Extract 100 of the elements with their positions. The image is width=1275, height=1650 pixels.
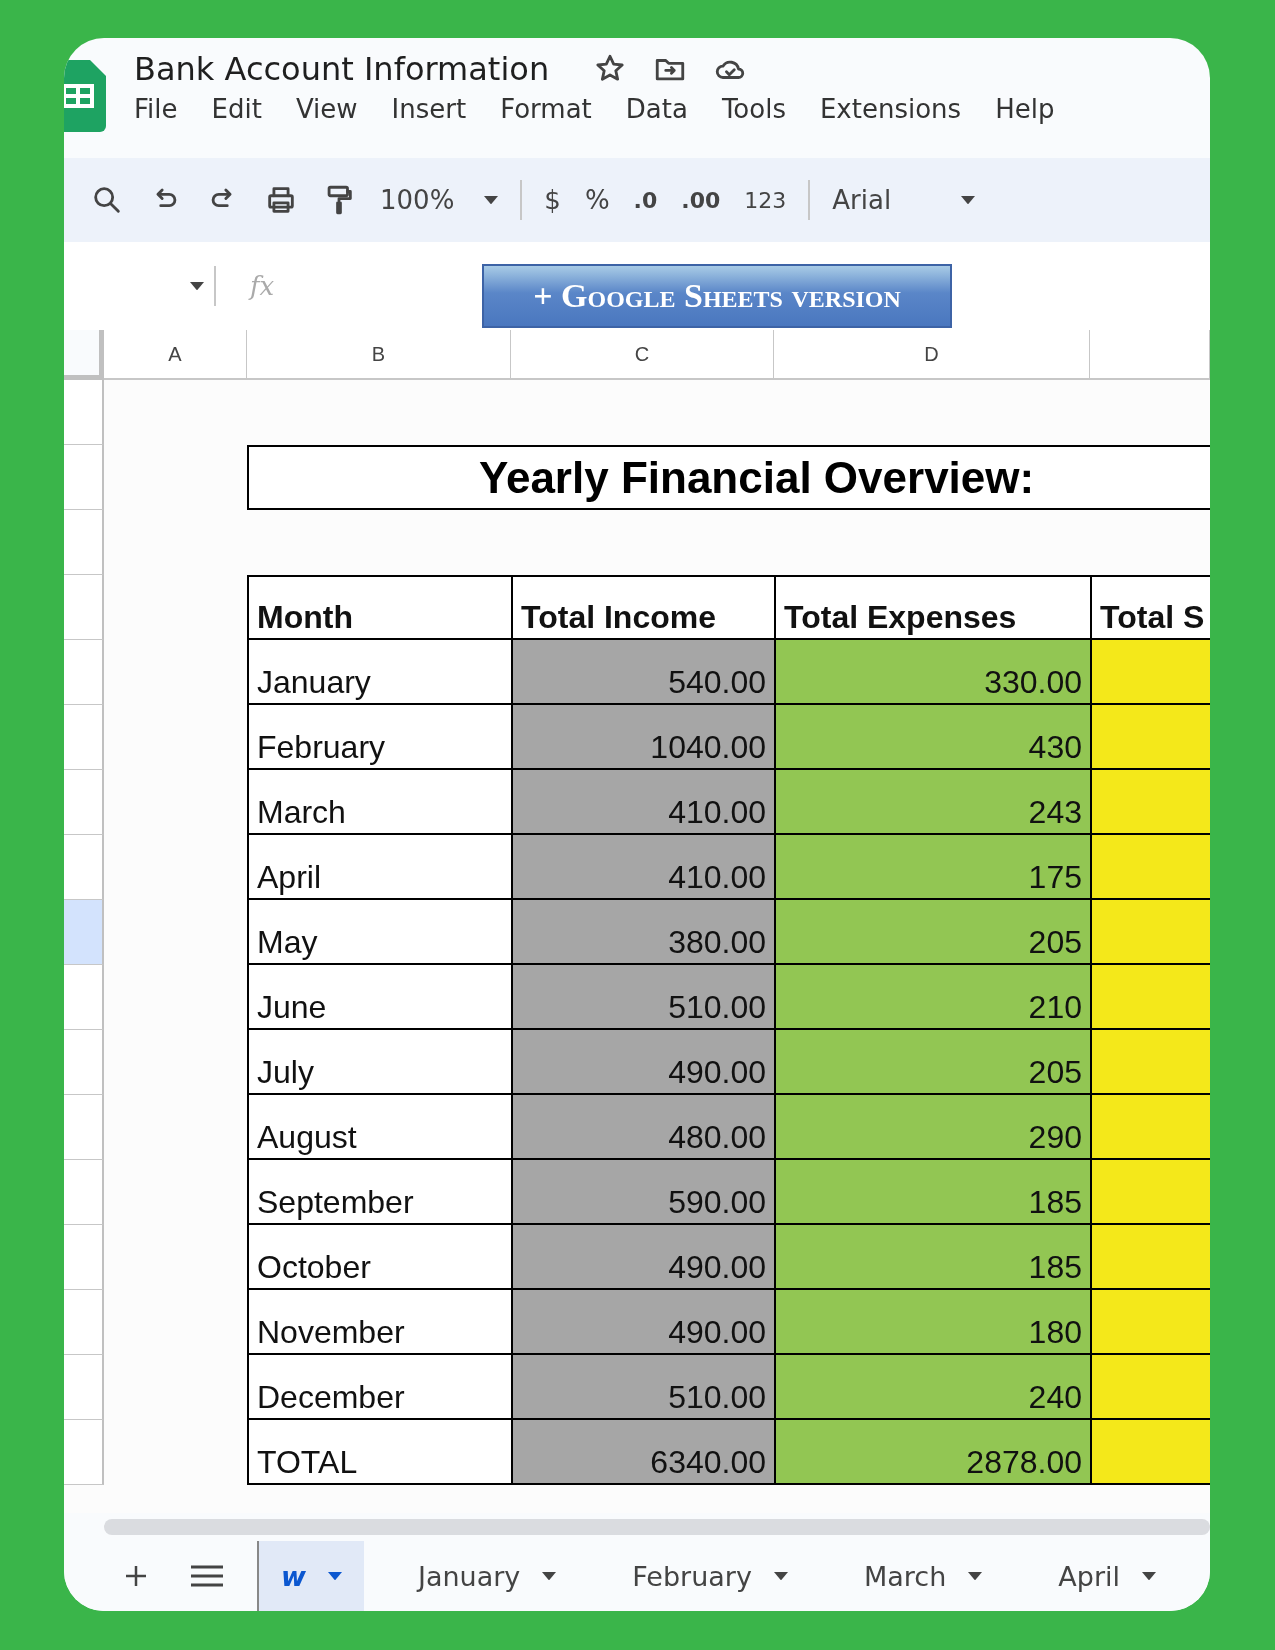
table-cell: 380.00 xyxy=(511,900,774,965)
table-cell: September xyxy=(247,1160,511,1225)
menu-item[interactable]: Format xyxy=(500,94,592,124)
column-header[interactable]: D xyxy=(774,330,1090,380)
table-cell: 540.00 xyxy=(511,640,774,705)
table-cell: 180 xyxy=(774,1290,1090,1355)
menu-item[interactable]: Help xyxy=(995,94,1055,124)
caret-icon xyxy=(190,281,204,291)
table-cell: August xyxy=(247,1095,511,1160)
column-header[interactable]: A xyxy=(104,330,247,380)
table-cell: 490.00 xyxy=(511,1290,774,1355)
document-title[interactable]: Bank Account Information xyxy=(134,50,550,88)
table-cell: October xyxy=(247,1225,511,1290)
menu-item[interactable]: View xyxy=(295,94,358,124)
header-cell: Month xyxy=(247,575,511,640)
sheet-tab[interactable]: April xyxy=(1036,1541,1178,1611)
table-cell: 205 xyxy=(774,900,1090,965)
currency-button[interactable]: $ xyxy=(532,174,573,226)
menu-item[interactable]: Extensions xyxy=(819,94,962,124)
header-cell: Total Income xyxy=(511,575,774,640)
table-cell: July xyxy=(247,1030,511,1095)
table-cell: March xyxy=(247,770,511,835)
row-header[interactable] xyxy=(64,900,104,965)
caret-icon xyxy=(968,1571,983,1581)
table-cell: 490.00 xyxy=(511,1030,774,1095)
row-header[interactable] xyxy=(64,1030,104,1095)
caret-icon xyxy=(327,1571,342,1581)
table-cell: 1040.00 xyxy=(511,705,774,770)
table-cell: June xyxy=(247,965,511,1030)
table-title: Yearly Financial Overview: xyxy=(247,445,1210,510)
sheet-tab[interactable]: March xyxy=(841,1541,1005,1611)
table-cell: December xyxy=(247,1355,511,1420)
row-header[interactable] xyxy=(64,770,104,835)
table-cell: April xyxy=(247,835,511,900)
table-cell: February xyxy=(247,705,511,770)
row-header[interactable] xyxy=(64,445,104,510)
row-header[interactable] xyxy=(64,1290,104,1355)
table-cell: 240 xyxy=(774,1355,1090,1420)
menu-item[interactable]: Tools xyxy=(721,94,786,124)
caret-icon xyxy=(542,1571,557,1581)
select-all-corner[interactable] xyxy=(64,330,104,380)
table-cell: 430 xyxy=(774,705,1090,770)
table-cell: 410.00 xyxy=(511,770,774,835)
font-dropdown[interactable]: Arial xyxy=(820,174,988,226)
sheet-tab[interactable]: February xyxy=(610,1541,810,1611)
row-header[interactable] xyxy=(64,965,104,1030)
caret-icon xyxy=(773,1571,788,1581)
table-cell: 490.00 xyxy=(511,1225,774,1290)
column-header[interactable]: C xyxy=(511,330,774,380)
menu-item[interactable]: File xyxy=(134,94,178,124)
row-header[interactable] xyxy=(64,1160,104,1225)
increase-decimal-button[interactable]: .00 xyxy=(669,174,733,226)
header-cell: Total S xyxy=(1090,575,1210,640)
number-format-button[interactable]: 123 xyxy=(732,174,799,226)
menu-item[interactable]: Insert xyxy=(391,94,467,124)
row-header[interactable] xyxy=(64,1420,104,1485)
table-cell: 185 xyxy=(774,1225,1090,1290)
row-header[interactable] xyxy=(64,1355,104,1420)
percent-button[interactable]: % xyxy=(572,174,622,226)
menu-item[interactable]: Edit xyxy=(211,94,262,124)
sheet-tab[interactable]: January xyxy=(395,1541,579,1611)
table-cell: 210 xyxy=(774,965,1090,1030)
table-cell: 175 xyxy=(774,835,1090,900)
column-header[interactable]: B xyxy=(247,330,511,380)
table-cell: 6340.00 xyxy=(511,1420,774,1485)
formula-icon: fx xyxy=(250,271,275,301)
header-cell: Total Expenses xyxy=(774,575,1090,640)
scrollbar[interactable] xyxy=(104,1519,1210,1535)
caret-icon xyxy=(1142,1571,1156,1581)
table-cell: 2878.00 xyxy=(774,1420,1090,1485)
row-header[interactable] xyxy=(64,835,104,900)
row-header[interactable] xyxy=(64,705,104,770)
table-cell: 290 xyxy=(774,1095,1090,1160)
row-header[interactable] xyxy=(64,640,104,705)
zoom-dropdown[interactable]: 100% xyxy=(368,174,511,226)
table-cell: 510.00 xyxy=(511,1355,774,1420)
row-header[interactable] xyxy=(64,510,104,575)
menu-item[interactable]: Data xyxy=(625,94,688,124)
table-cell: May xyxy=(247,900,511,965)
caret-icon xyxy=(961,195,976,205)
table-cell: 330.00 xyxy=(774,640,1090,705)
decrease-decimal-button[interactable]: .0 xyxy=(621,174,670,226)
row-header[interactable] xyxy=(64,380,104,445)
table-cell: 243 xyxy=(774,770,1090,835)
table-cell: 205 xyxy=(774,1030,1090,1095)
row-header[interactable] xyxy=(64,1095,104,1160)
caret-icon xyxy=(484,195,499,205)
row-header[interactable] xyxy=(64,1225,104,1290)
table-cell: 410.00 xyxy=(511,835,774,900)
column-header[interactable] xyxy=(1090,330,1210,380)
table-cell: November xyxy=(247,1290,511,1355)
table-cell: January xyxy=(247,640,511,705)
sheets-logo-icon[interactable] xyxy=(64,60,106,132)
table-cell: TOTAL xyxy=(247,1420,511,1485)
sheet-tab[interactable]: w xyxy=(257,1541,364,1611)
table-cell: 185 xyxy=(774,1160,1090,1225)
version-banner: + Google Sheets version xyxy=(482,264,952,328)
table-cell: 590.00 xyxy=(511,1160,774,1225)
table-cell: 480.00 xyxy=(511,1095,774,1160)
row-header[interactable] xyxy=(64,575,104,640)
